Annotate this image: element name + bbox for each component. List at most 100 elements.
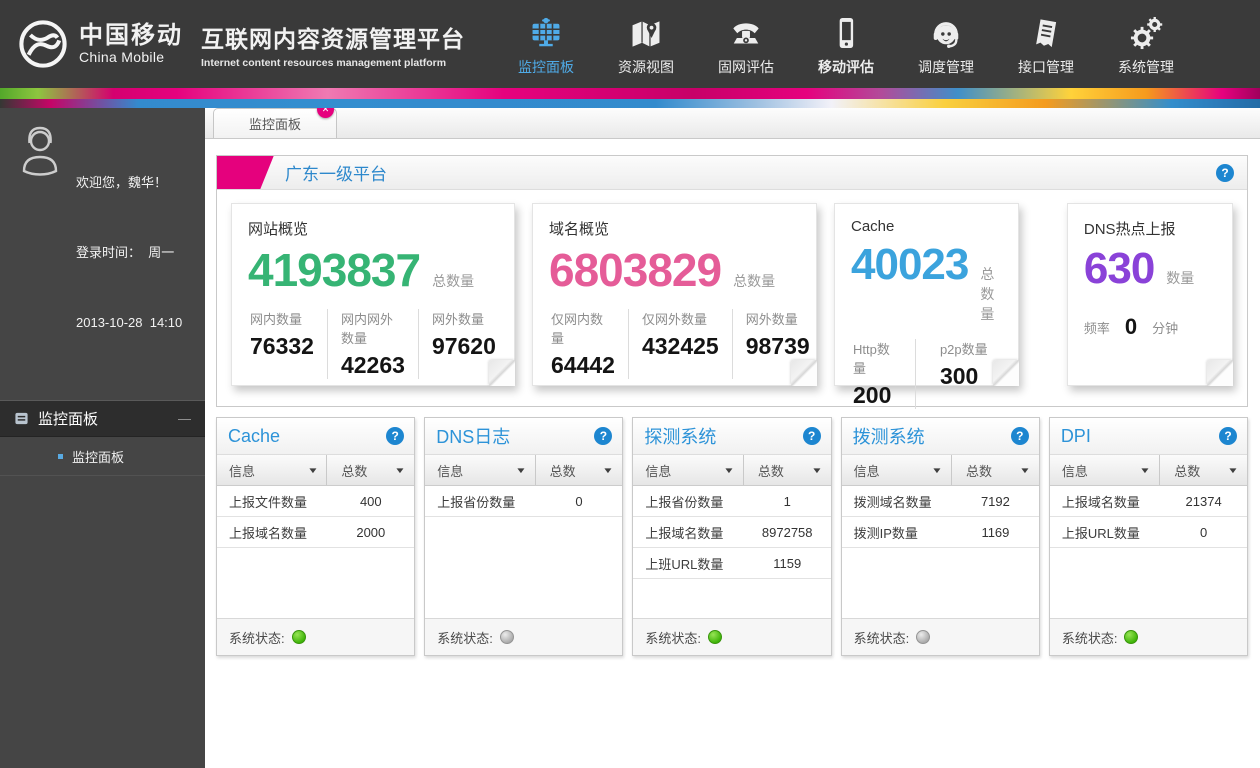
status-label: 系统状态: [229,628,285,647]
column-headers: 信息 总数 [425,455,622,486]
platform-header: 广东一级平台 [217,156,1247,190]
column-header-total[interactable]: 总数 [327,455,414,485]
tab-label: 监控面板 [249,114,301,133]
column-header-info[interactable]: 信息 [217,455,327,485]
help-icon[interactable] [594,427,612,445]
panel-cache: Cache 信息 总数 上报文件数量 400 [216,417,415,656]
nav-label: 调度管理 [918,57,974,77]
stat-card-website-overview: 网站概览 4193837 总数量 网内数量 76332 网内网外数量 [231,203,515,386]
status-bar: 系统状态: [842,618,1039,655]
panel-header: DNS日志 [425,418,622,455]
help-icon[interactable] [1216,164,1234,182]
sidebar-item-label: 监控面板 [72,447,124,466]
nav-item-interface-mgmt[interactable]: 接口管理 [1009,12,1083,77]
table-row: 拨测域名数量 7192 [842,486,1039,517]
card-title: DNS热点上报 [1084,218,1216,239]
china-mobile-logo-icon [16,17,70,71]
nav-label: 系统管理 [1118,57,1174,77]
help-icon[interactable] [1219,427,1237,445]
column-header-info[interactable]: 信息 [633,455,743,485]
dashboard-icon [527,12,565,54]
nav-item-dispatch-mgmt[interactable]: 调度管理 [909,12,983,77]
chevron-down-icon [931,466,943,475]
column-header-info[interactable]: 信息 [1050,455,1160,485]
sidebar-section-monitor-dashboard[interactable]: 监控面板 [0,400,205,437]
main-nav: 监控面板 资源视图 [509,12,1183,77]
sub-stat: 网外数量 98739 [732,309,823,379]
panel-title: 拨测系统 [853,423,925,449]
panel-title: Cache [228,426,280,447]
status-dot-icon [916,630,930,644]
nav-item-system-mgmt[interactable]: 系统管理 [1109,12,1183,77]
chevron-down-icon [603,466,615,475]
table-row: 上班URL数量 1159 [633,548,830,579]
document-icon [14,411,29,426]
mobile-phone-icon [827,12,865,54]
login-datetime-text: 2013-10-28 14:10 [76,311,182,334]
top-header: 中国移动 China Mobile 互联网内容资源管理平台 Internet c… [0,0,1260,88]
panel-header: 拨测系统 [842,418,1039,455]
app-title-cn: 互联网内容资源管理平台 [201,20,465,54]
tab-monitor-dashboard[interactable]: 监控面板 [213,108,337,138]
sub-stat: 仅网外数量 432425 [628,309,732,379]
chevron-down-icon [515,466,527,475]
total-value: 4193837 [248,246,420,294]
close-tab-icon[interactable] [317,108,334,118]
sub-stat: p2p数量 300 [915,339,1002,409]
nav-item-mobile-eval[interactable]: 移动评估 [809,12,883,77]
table-row: 上报省份数量 1 [633,486,830,517]
status-label: 系统状态: [854,628,910,647]
status-label: 系统状态: [1062,628,1118,647]
table-row: 拨测IP数量 1169 [842,517,1039,548]
nav-label: 资源视图 [618,57,674,77]
help-icon[interactable] [803,427,821,445]
nav-label: 固网评估 [718,57,774,77]
table-row: 上报省份数量 0 [425,486,622,517]
column-header-total[interactable]: 总数 [952,455,1039,485]
user-avatar-icon [12,123,68,184]
help-icon[interactable] [386,427,404,445]
nav-item-monitor-dashboard[interactable]: 监控面板 [509,12,583,77]
status-dot-icon [708,630,722,644]
welcome-text: 欢迎您，魏华！ [76,171,182,194]
help-icon[interactable] [1011,427,1029,445]
sidebar-section-label: 监控面板 [38,408,98,429]
column-header-total[interactable]: 总数 [536,455,623,485]
panel-header: DPI [1050,418,1247,455]
card-title: 网站概览 [248,218,498,239]
status-dot-icon [292,630,306,644]
panel-probe-system: 探测系统 信息 总数 上报省份数量 1 [632,417,831,656]
panel-title: DPI [1061,426,1091,447]
collapse-icon[interactable] [178,411,191,426]
nav-item-fixed-network-eval[interactable]: 固网评估 [709,12,783,77]
sidebar-item-monitor-dashboard[interactable]: 监控面板 [0,437,205,476]
main-content: 监控面板 广东一级平台 网站概览 4193837 总数量 [205,108,1260,768]
panel-header: 探测系统 [633,418,830,455]
chevron-down-icon [811,466,823,475]
stat-card-dns-hotspot: DNS热点上报 630 数量 频率 0 分钟 [1067,203,1233,386]
table-row: 上报URL数量 0 [1050,517,1247,548]
column-headers: 信息 总数 [842,455,1039,486]
map-icon [627,12,665,54]
column-header-total[interactable]: 总数 [744,455,831,485]
nav-label: 监控面板 [518,57,574,77]
nav-label: 接口管理 [1018,57,1074,77]
table-row: 上报文件数量 400 [217,486,414,517]
column-header-info[interactable]: 信息 [842,455,952,485]
bullet-icon [58,454,63,459]
total-label: 总数量 [980,264,1002,324]
card-title: Cache [851,218,1002,235]
card-title: 域名概览 [549,218,800,239]
column-header-total[interactable]: 总数 [1160,455,1247,485]
column-headers: 信息 总数 [1050,455,1247,486]
total-label: 总数量 [432,271,474,291]
table-row: 上报域名数量 8972758 [633,517,830,548]
table-row: 上报域名数量 21374 [1050,486,1247,517]
total-label: 数量 [1166,268,1194,288]
brand-name-cn: 中国移动 [79,23,183,49]
panel-title: 探测系统 [644,423,716,449]
sub-stat: 仅网内数量 64442 [549,309,628,379]
column-header-info[interactable]: 信息 [425,455,535,485]
nav-item-resource-view[interactable]: 资源视图 [609,12,683,77]
status-dot-icon [500,630,514,644]
